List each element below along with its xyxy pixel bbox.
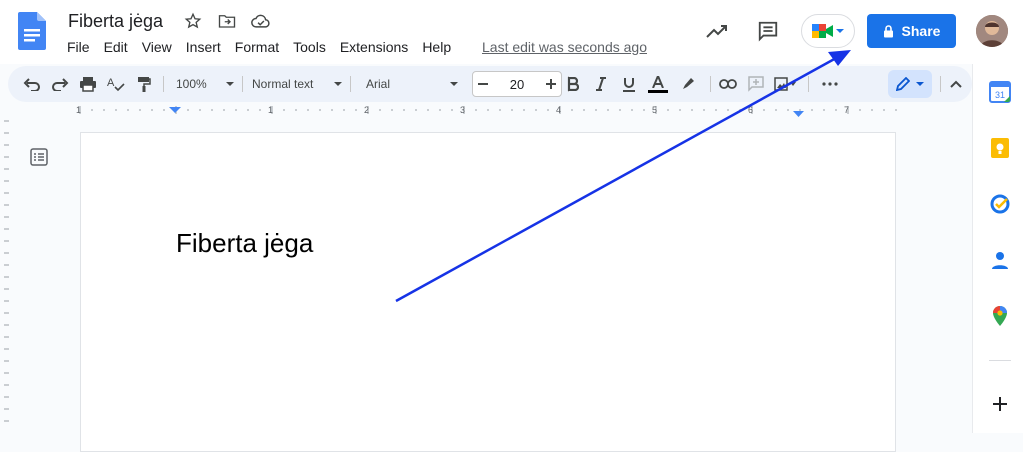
cloud-saved-icon[interactable]: [250, 12, 272, 30]
last-edit-link[interactable]: Last edit was seconds ago: [482, 39, 647, 55]
ruler-number: 7: [844, 105, 849, 115]
editing-mode-button[interactable]: [888, 70, 932, 98]
side-panel-divider: [989, 360, 1011, 361]
account-avatar[interactable]: [976, 15, 1008, 47]
top-bar: Fiberta jėga File Edit View Insert Forma…: [0, 0, 1023, 64]
side-panel: 31: [972, 64, 1023, 433]
ruler-number: 6: [748, 105, 753, 115]
menu-insert[interactable]: Insert: [179, 38, 228, 56]
print-icon[interactable]: [76, 74, 100, 94]
horizontal-ruler[interactable]: 1 1 2 3 4 5 6 7: [0, 103, 972, 117]
add-addon-icon[interactable]: [989, 393, 1011, 415]
paragraph-style-select[interactable]: Normal text: [252, 74, 342, 94]
chevron-down-icon: [226, 82, 234, 86]
ruler-number: 5: [652, 105, 657, 115]
paragraph-style-value: Normal text: [252, 77, 314, 91]
toolbar-divider: [940, 76, 941, 92]
spellcheck-icon[interactable]: A: [104, 74, 128, 94]
formatting-toolbar: A 100% Normal text Arial 20: [8, 66, 972, 102]
increase-font-size-button[interactable]: [540, 74, 562, 94]
toolbar-divider: [710, 76, 711, 92]
meet-icon: [812, 24, 833, 38]
right-indent-marker[interactable]: [793, 111, 804, 117]
menu-bar: File Edit View Insert Format Tools Exten…: [60, 38, 458, 56]
menu-help[interactable]: Help: [415, 38, 458, 56]
document-body-text[interactable]: Fiberta jėga: [176, 228, 313, 259]
menu-file[interactable]: File: [60, 38, 97, 56]
comment-history-icon[interactable]: [757, 20, 779, 42]
decrease-font-size-button[interactable]: [472, 74, 494, 94]
more-options-icon[interactable]: [818, 74, 842, 94]
star-icon[interactable]: [182, 12, 204, 30]
activity-trend-icon[interactable]: [705, 20, 729, 42]
ruler-number: 1: [76, 105, 81, 115]
zoom-select[interactable]: 100%: [176, 74, 234, 94]
zoom-value: 100%: [176, 77, 207, 91]
underline-icon[interactable]: [618, 74, 640, 94]
menu-edit[interactable]: Edit: [97, 38, 135, 56]
document-title[interactable]: Fiberta jėga: [68, 11, 163, 32]
toolbar-divider: [350, 76, 351, 92]
menu-tools[interactable]: Tools: [286, 38, 333, 56]
insert-image-icon[interactable]: [770, 74, 800, 94]
collapse-menus-icon[interactable]: [946, 74, 966, 94]
toolbar-divider: [163, 76, 164, 92]
chevron-down-icon: [334, 82, 342, 86]
contacts-icon[interactable]: [989, 249, 1011, 271]
ruler-number: 4: [556, 105, 561, 115]
chevron-down-icon: [450, 82, 458, 86]
docs-logo-icon[interactable]: [18, 12, 46, 50]
menu-extensions[interactable]: Extensions: [333, 38, 415, 56]
vertical-ruler[interactable]: [0, 117, 14, 433]
ruler-number: 1: [268, 105, 273, 115]
insert-link-icon[interactable]: [716, 74, 740, 94]
document-outline-icon[interactable]: [30, 148, 48, 166]
tasks-icon[interactable]: [989, 193, 1011, 215]
meet-button[interactable]: [801, 14, 855, 48]
highlight-icon[interactable]: [676, 74, 700, 94]
pencil-icon: [896, 77, 910, 91]
add-comment-icon[interactable]: [744, 74, 768, 94]
calendar-day: 31: [995, 90, 1005, 100]
text-color-icon[interactable]: [646, 74, 670, 94]
ruler-number: 3: [460, 105, 465, 115]
undo-icon[interactable]: [20, 74, 44, 94]
lock-icon: [883, 24, 893, 37]
paint-format-icon[interactable]: [132, 74, 156, 94]
chevron-down-icon: [916, 82, 924, 86]
italic-icon[interactable]: [590, 74, 612, 94]
move-folder-icon[interactable]: [216, 12, 238, 30]
svg-text:A: A: [107, 77, 115, 89]
share-label: Share: [901, 23, 941, 39]
share-button[interactable]: Share: [867, 14, 956, 48]
menu-view[interactable]: View: [135, 38, 179, 56]
keep-icon[interactable]: [989, 137, 1011, 159]
maps-icon[interactable]: [989, 305, 1011, 327]
toolbar-divider: [242, 76, 243, 92]
toolbar-divider: [808, 76, 809, 92]
font-select[interactable]: Arial: [366, 74, 458, 94]
redo-icon[interactable]: [48, 74, 72, 94]
calendar-icon[interactable]: 31: [989, 81, 1011, 103]
menu-format[interactable]: Format: [228, 38, 286, 56]
ruler-number: 2: [364, 105, 369, 115]
font-size-input[interactable]: 20: [495, 74, 539, 94]
bold-icon[interactable]: [562, 74, 584, 94]
left-indent-marker[interactable]: [169, 107, 181, 113]
font-value: Arial: [366, 77, 391, 91]
chevron-down-icon: [836, 29, 844, 33]
document-page[interactable]: [80, 132, 896, 452]
